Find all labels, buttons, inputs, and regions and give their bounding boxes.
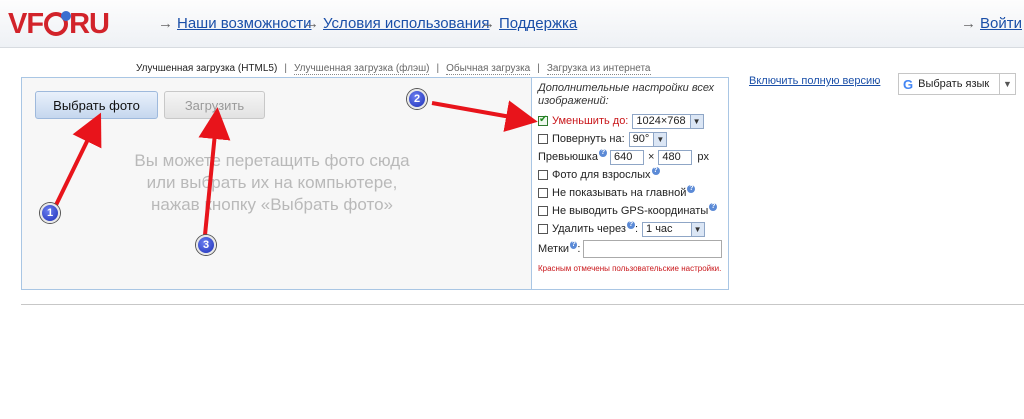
annotation-badge-3: 3 bbox=[196, 235, 216, 255]
annotation-overlay bbox=[54, 100, 538, 236]
annotation-badge-1: 1 bbox=[40, 203, 60, 223]
annotation-arrow-3 bbox=[198, 107, 231, 236]
annotation-arrow-1 bbox=[54, 112, 102, 206]
annotation-badge-2: 2 bbox=[407, 89, 427, 109]
annotation-arrow-2 bbox=[431, 100, 538, 132]
